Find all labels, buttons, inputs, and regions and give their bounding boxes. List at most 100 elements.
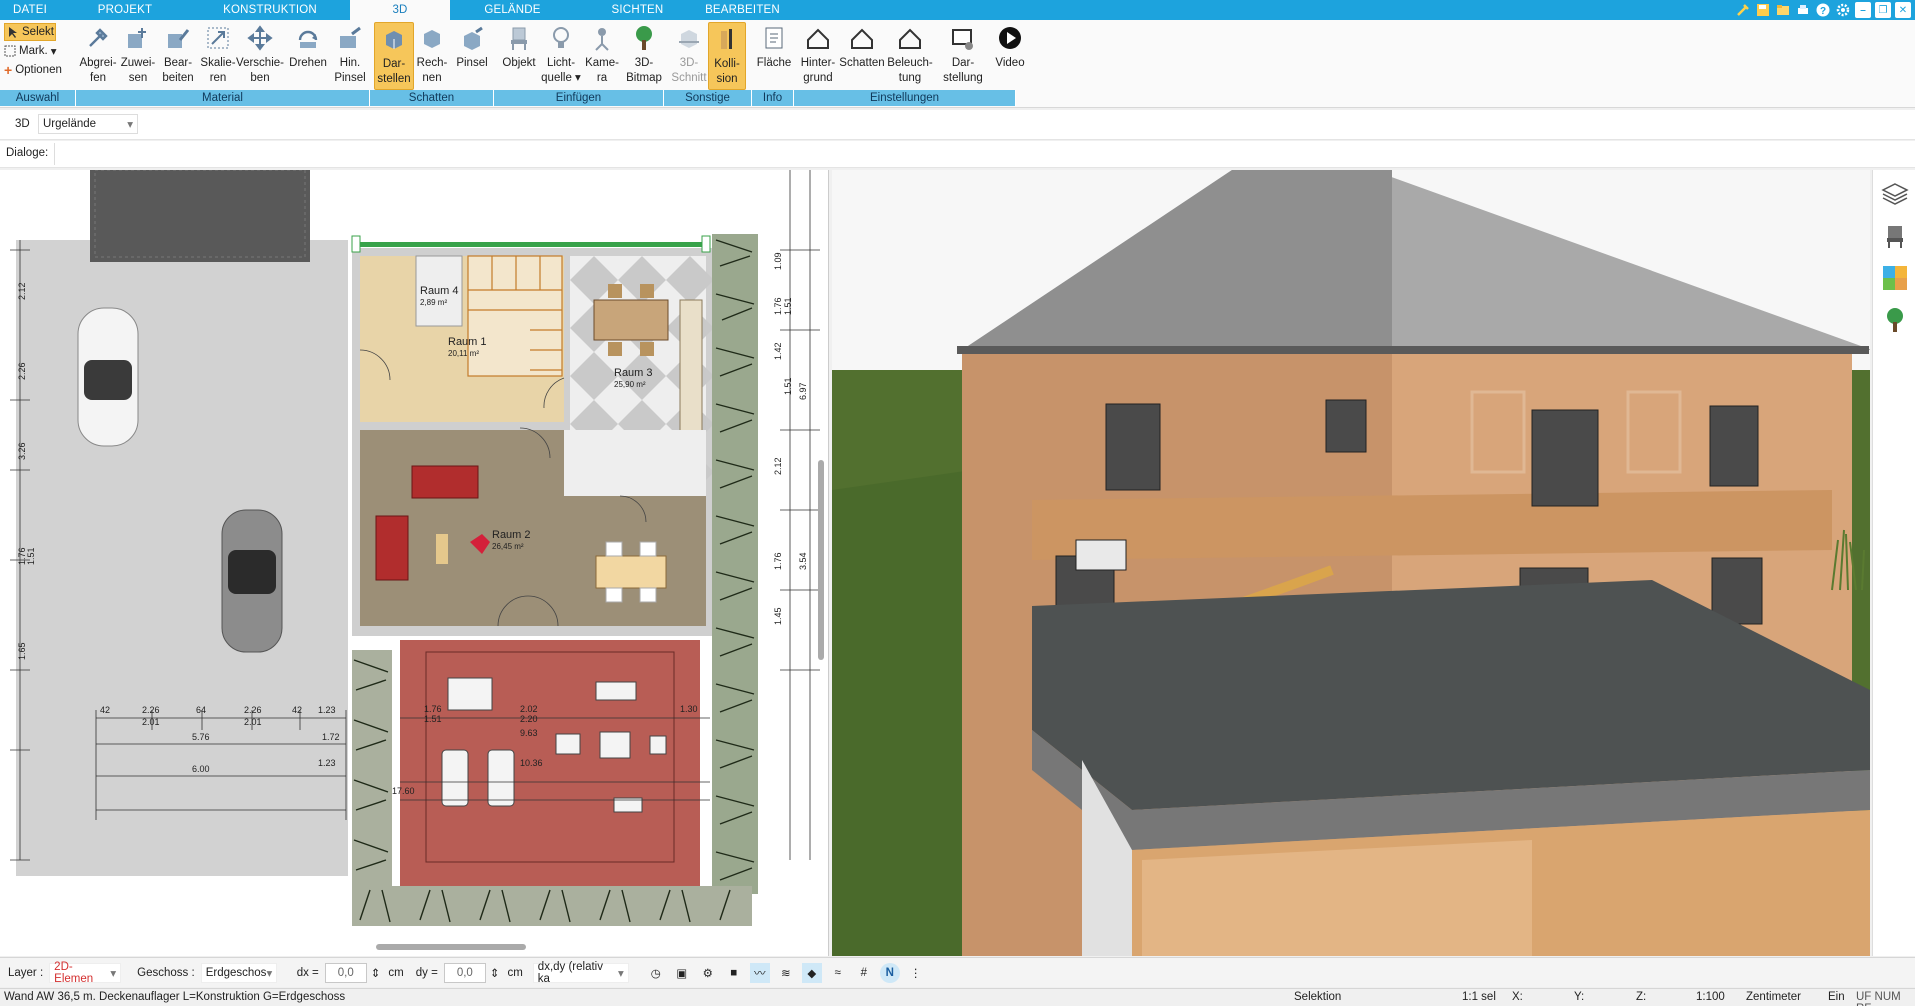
white-car[interactable] [77, 307, 139, 447]
clock-icon[interactable]: ◷ [646, 963, 666, 983]
plan-vertical-scrollbar[interactable] [818, 460, 824, 660]
ribbon-button-collision[interactable]: Kolli-sion [708, 22, 746, 90]
ribbon-button-lighting[interactable]: Beleuch-tung [886, 22, 934, 90]
side-table[interactable] [436, 534, 448, 564]
ribbon-button-paint-brush[interactable]: Hin. Pinsel [330, 22, 370, 90]
close-icon[interactable]: ✕ [1895, 2, 1911, 18]
dy-input[interactable]: 0,0 [443, 962, 486, 983]
chair-icon [505, 24, 533, 52]
stepper-icon[interactable]: ⇕ [490, 966, 500, 980]
north-icon[interactable]: N [879, 962, 900, 983]
ribbon-button-label: Drehen [289, 57, 327, 69]
floor-value: Erdgeschos [205, 966, 267, 979]
ribbon-button-label: Schnitt [671, 72, 707, 84]
options-button[interactable]: + Optionen [4, 62, 62, 78]
dim-label: 1.51 [783, 297, 793, 315]
monitor-icon[interactable]: ▣ [672, 963, 692, 983]
ribbon-button-section[interactable]: 3D- Schnitt [670, 22, 708, 90]
group-einfuegen: Einfügen [494, 90, 664, 106]
3d-view[interactable] [832, 170, 1870, 956]
assign-material-icon [124, 24, 152, 52]
tab-gelaende[interactable]: GELÄNDE [450, 0, 575, 20]
layer-value: 2D-Elemen [54, 960, 94, 985]
roof-eaves [957, 346, 1869, 354]
mark-button[interactable]: Mark. ▾ [4, 44, 57, 58]
ribbon-button-label: Beleuch- [887, 57, 933, 69]
folder-icon[interactable] [1775, 2, 1791, 18]
ribbon-button-edit-material[interactable]: Bear-beiten [158, 22, 198, 90]
coord-mode-select[interactable]: dx,dy (relativ ka ▾ [532, 961, 629, 985]
ribbon-button-play[interactable]: Video [990, 22, 1030, 90]
play-icon [996, 24, 1024, 52]
wall-handle-right[interactable] [701, 235, 711, 253]
gray-car[interactable] [221, 509, 283, 653]
ribbon-button-scale[interactable]: Skalie-ren [198, 22, 238, 90]
terrain-select[interactable]: Urgelände ▾ [38, 114, 138, 134]
terrain-icon[interactable]: ≈ [828, 963, 848, 983]
wall-handle-left[interactable] [351, 235, 361, 253]
tree-icon[interactable] [1881, 306, 1909, 334]
tab-datei[interactable]: DATEI [0, 0, 60, 20]
hatch-icon[interactable]: ≋ [776, 963, 796, 983]
group-auswahl: Auswahl [0, 90, 76, 106]
ribbon-button-move[interactable]: Verschie-ben [236, 22, 284, 90]
ribbon-button-label: Video [995, 57, 1025, 69]
dx-input[interactable]: 0,0 [324, 962, 367, 983]
sofa[interactable] [411, 465, 479, 499]
grid-icon[interactable]: # [854, 963, 874, 983]
ribbon-button-camera[interactable]: Kame-ra [582, 22, 622, 90]
cube-icon[interactable]: ■ [724, 963, 744, 983]
help-icon[interactable]: ? [1815, 2, 1831, 18]
dy-label: dy = [415, 966, 438, 979]
dim-label: 1.51 [424, 714, 442, 724]
ribbon-button-area-info[interactable]: Fläche [752, 22, 796, 90]
material-palette-icon[interactable] [1881, 264, 1909, 292]
ribbon-button-background[interactable]: Hinter-grund [796, 22, 840, 90]
status-z: Z: [1636, 991, 1647, 1003]
armchair[interactable] [375, 515, 409, 581]
minimize-icon[interactable]: – [1855, 2, 1871, 18]
robot-icon[interactable]: ⚙ [698, 963, 718, 983]
restore-icon[interactable]: ❐ [1875, 2, 1891, 18]
ribbon-button-tree[interactable]: 3D- Bitmap [622, 22, 666, 90]
select-button[interactable]: Selekt [4, 23, 56, 41]
floor-plan-drawing[interactable]: 42 2.26 2.01 64 2.26 2.01 42 1.23 5.76 1… [0, 170, 829, 956]
rotate-icon [294, 24, 322, 52]
kitchen-counter[interactable] [679, 299, 703, 451]
ribbon-button-rotate[interactable]: Drehen [286, 22, 330, 90]
ribbon-button-assign-material[interactable]: Zuwei-sen [118, 22, 158, 90]
floor-select[interactable]: Erdgeschos ▾ [200, 962, 277, 983]
layer-select[interactable]: 2D-Elemen ▾ [49, 960, 122, 985]
ribbon-button-chair[interactable]: Objekt [498, 22, 540, 90]
plan-horizontal-scrollbar[interactable] [376, 944, 526, 950]
settings-gear-icon[interactable] [1835, 2, 1851, 18]
tool-icons: ◷ ▣ ⚙ ■ 〰 ≋ ◆ ≈ # N ⋮ [643, 962, 929, 983]
ribbon-button-light-bulb[interactable]: Licht-quelle ▾ [540, 22, 582, 90]
3d-rendering[interactable] [832, 170, 1870, 956]
ribbon-button-shadow-display[interactable]: Dar-stellen [374, 22, 414, 90]
selected-wall[interactable] [356, 242, 706, 247]
wave-icon[interactable]: 〰 [749, 962, 770, 983]
section-icon [675, 24, 703, 52]
tab-projekt[interactable]: PROJEKT [60, 0, 190, 20]
chair-icon[interactable] [1881, 222, 1909, 250]
driveway-area [16, 240, 348, 876]
floor-plan-view[interactable]: 42 2.26 2.01 64 2.26 2.01 42 1.23 5.76 1… [0, 170, 829, 956]
tab-sichten[interactable]: SICHTEN [575, 0, 700, 20]
tab-3d[interactable]: 3D [350, 0, 450, 20]
print-icon[interactable] [1795, 2, 1811, 18]
tools-icon[interactable] [1735, 2, 1751, 18]
plane-icon[interactable]: ◆ [801, 962, 822, 983]
tab-konstruktion[interactable]: KONSTRUKTION [190, 0, 350, 20]
ribbon-button-eyedropper[interactable]: Abgrei-fen [78, 22, 118, 90]
stepper-icon[interactable]: ⇕ [371, 966, 381, 980]
ribbon-button-calculate[interactable]: Rech-nen [412, 22, 452, 90]
ribbon-button-display-settings[interactable]: Dar-stellung [938, 22, 988, 90]
ribbon-button-shadow-settings[interactable]: Schatten [838, 22, 886, 90]
save-icon[interactable] [1755, 2, 1771, 18]
tab-bearbeiten[interactable]: BEARBEITEN [700, 0, 785, 20]
ribbon-button-label: Verschie- [236, 57, 284, 69]
more-options-icon[interactable]: ⋮ [906, 963, 926, 983]
layers-icon[interactable] [1881, 180, 1909, 208]
ribbon-button-shadow-brush[interactable]: Pinsel [452, 22, 492, 90]
